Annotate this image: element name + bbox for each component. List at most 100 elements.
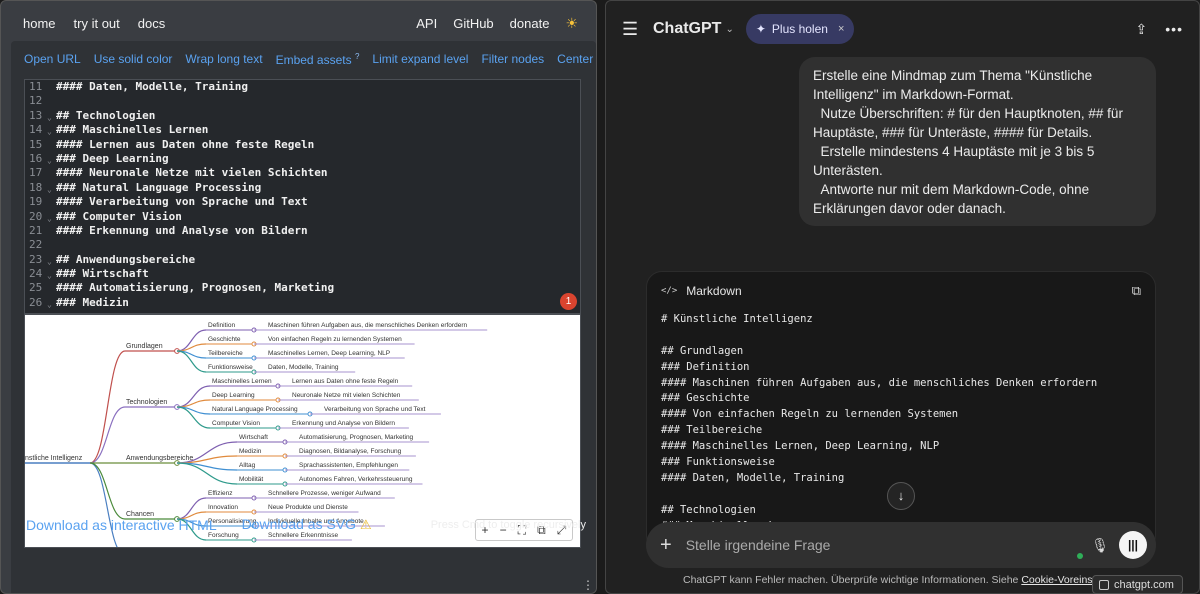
download-html-link[interactable]: Download as interactive HTML <box>26 517 217 533</box>
editor-line[interactable]: 12 <box>25 94 580 108</box>
solid-color-link[interactable]: Use solid color <box>94 52 173 66</box>
more-vertical-icon[interactable]: ⋮ <box>582 578 594 592</box>
toolbar: Open URL Use solid color Wrap long text … <box>11 41 596 77</box>
markdown-editor[interactable]: 11 #### Daten, Modelle, Training 12 13 ⌄ ## T… <box>24 79 581 314</box>
microphone-icon[interactable]: 🎙 <box>1091 537 1109 554</box>
sun-icon[interactable]: ☀ <box>565 15 578 32</box>
prompt-input[interactable] <box>685 537 1092 553</box>
line-text: #### Automatisierung, Prognosen, Marketi… <box>56 281 335 295</box>
expand-level-link[interactable]: Limit expand level <box>372 52 468 66</box>
error-count-badge[interactable]: 1 <box>560 293 577 310</box>
upgrade-label: Plus holen <box>771 22 828 36</box>
detail-node: Daten, Modelle, Training <box>268 364 339 371</box>
detail-node: Sprachassistenten, Empfehlungen <box>299 462 398 469</box>
editor-line[interactable]: 16 ⌄ ### Deep Learning <box>25 152 580 166</box>
line-text <box>55 94 56 108</box>
child-node: Wirtschaft <box>239 434 268 441</box>
child-node: Maschinelles Lernen <box>212 378 272 385</box>
editor-line[interactable]: 23 ⌄ ## Anwendungsbereiche <box>25 253 580 267</box>
branch-node: Anwendungsbereiche <box>126 455 193 462</box>
chevron-down-icon[interactable]: ⌄ <box>725 24 733 35</box>
share-icon[interactable]: ⇪ <box>1136 21 1148 38</box>
child-node: Innovation <box>208 504 238 511</box>
disclaimer-text: ChatGPT kann Fehler machen. Überprüfe wi… <box>683 574 1022 586</box>
editor-line[interactable]: 25 #### Automatisierung, Prognosen, Marke… <box>25 281 580 295</box>
editor-line[interactable]: 19 #### Verarbeitung von Sprache und Text <box>25 195 580 209</box>
line-text: ### Maschinelles Lernen <box>56 123 209 137</box>
code-line: ### Definition <box>661 360 750 373</box>
editor-line[interactable]: 18 ⌄ ### Natural Language Processing <box>25 181 580 195</box>
sidebar-toggle-icon[interactable]: ☰ <box>622 19 638 40</box>
site-icon <box>1099 579 1109 590</box>
editor-line[interactable]: 21 #### Erkennung und Analyse von Bildern <box>25 224 580 238</box>
code-line: #### Maschinen führen Aufgaben aus, die … <box>661 376 1098 389</box>
nav-donate[interactable]: donate <box>510 16 550 31</box>
filter-nodes-link[interactable]: Filter nodes <box>481 52 544 66</box>
sparkle-icon: ✦ <box>755 22 766 36</box>
voice-mode-button[interactable]: ||| <box>1119 531 1147 559</box>
line-number: 25 <box>29 281 43 295</box>
nav-api[interactable]: API <box>416 16 437 31</box>
add-icon[interactable]: + <box>660 534 672 557</box>
nav-try-it-out[interactable]: try it out <box>74 16 120 31</box>
child-node: Funktionsweise <box>208 364 253 371</box>
line-text: ### Deep Learning <box>56 151 169 165</box>
mindmap-preview[interactable]: nstliche Intelligenz Grundlagen Definition… <box>24 314 581 548</box>
line-number: 11 <box>29 80 43 93</box>
line-text: ### Natural Language Processing <box>56 180 262 194</box>
embed-assets-label: Embed assets <box>275 52 352 67</box>
center-link[interactable]: Center ac <box>557 52 596 66</box>
editor-line[interactable]: 13 ⌄ ## Technologien <box>25 109 580 123</box>
code-line: ### Geschichte <box>661 392 750 405</box>
code-line: #### Von einfachen Regeln zu lernenden S… <box>661 408 959 421</box>
code-line: ## Grundlagen <box>661 344 744 357</box>
scroll-down-button[interactable]: ↓ <box>887 482 915 510</box>
wrap-text-link[interactable]: Wrap long text <box>185 52 262 66</box>
more-options-icon[interactable]: ••• <box>1165 21 1183 37</box>
editor-line[interactable]: 14 ⌄ ### Maschinelles Lernen <box>25 123 580 137</box>
download-svg-link[interactable]: Download as SVG ⚠ <box>242 516 372 533</box>
embed-assets-link[interactable]: Embed assets ? <box>276 52 360 67</box>
editor-line[interactable]: 15 #### Lernen aus Daten ohne feste Regel… <box>25 138 580 152</box>
nav-github[interactable]: GitHub <box>453 16 493 31</box>
line-number: 22 <box>29 238 43 252</box>
child-node: Effizienz <box>208 490 232 497</box>
keyboard-hint: Press Cmd to toggle recursively <box>430 518 586 531</box>
child-node: Natural Language Processing <box>212 406 298 413</box>
detail-node: Von einfachen Regeln zu lernenden System… <box>268 336 402 343</box>
code-line: ### Teilbereiche <box>661 424 763 437</box>
code-line: ### Funktionsweise <box>661 456 775 469</box>
editor-line[interactable]: 20 ⌄ ### Computer Vision <box>25 210 580 224</box>
child-node: Definition <box>208 322 235 329</box>
copy-icon[interactable]: ⧉ <box>1132 283 1141 299</box>
model-selector[interactable]: ChatGPT <box>653 20 721 38</box>
editor-line[interactable]: 24 ⌄ ### Wirtschaft <box>25 267 580 281</box>
domain-label: chatgpt.com <box>1114 578 1174 591</box>
line-number: 15 <box>29 137 43 151</box>
chat-header: ☰ ChatGPT ⌄ ✦ Plus holen × ⇪ ••• <box>606 1 1199 57</box>
editor-line[interactable]: 22 <box>25 238 580 252</box>
domain-badge: chatgpt.com <box>1092 575 1183 594</box>
detail-node: Neuronale Netze mit vielen Schichten <box>292 392 401 399</box>
detail-node: Diagnosen, Bildanalyse, Forschung <box>299 448 402 455</box>
mindmap-svg[interactable]: nstliche Intelligenz Grundlagen Definition… <box>25 315 581 548</box>
editor-line[interactable]: 11 #### Daten, Modelle, Training <box>25 80 580 94</box>
line-text: ### Wirtschaft <box>56 267 149 281</box>
detail-node: Autonomes Fahren, Verkehrssteuerung <box>299 476 413 483</box>
editor-line[interactable]: 26 ⌄ ### Medizin <box>25 296 580 310</box>
branch-node: Grundlagen <box>126 343 163 350</box>
editor-line[interactable]: 17 #### Neuronale Netze mit vielen Schich… <box>25 166 580 180</box>
line-text: #### Daten, Modelle, Training <box>56 80 249 93</box>
upgrade-plus-button[interactable]: ✦ Plus holen × <box>745 14 855 44</box>
nav-docs[interactable]: docs <box>138 16 165 31</box>
line-text: #### Erkennung und Analyse von Bildern <box>56 223 308 237</box>
detail-node: Schnellere Prozesse, weniger Aufwand <box>268 490 381 497</box>
line-number: 21 <box>29 223 43 237</box>
open-url-link[interactable]: Open URL <box>24 52 81 66</box>
close-icon[interactable]: × <box>838 23 844 35</box>
nav-home[interactable]: home <box>23 16 56 31</box>
detail-node: Automatisierung, Prognosen, Marketing <box>299 434 414 441</box>
line-number: 19 <box>29 195 43 209</box>
help-icon[interactable]: ? <box>355 52 359 61</box>
